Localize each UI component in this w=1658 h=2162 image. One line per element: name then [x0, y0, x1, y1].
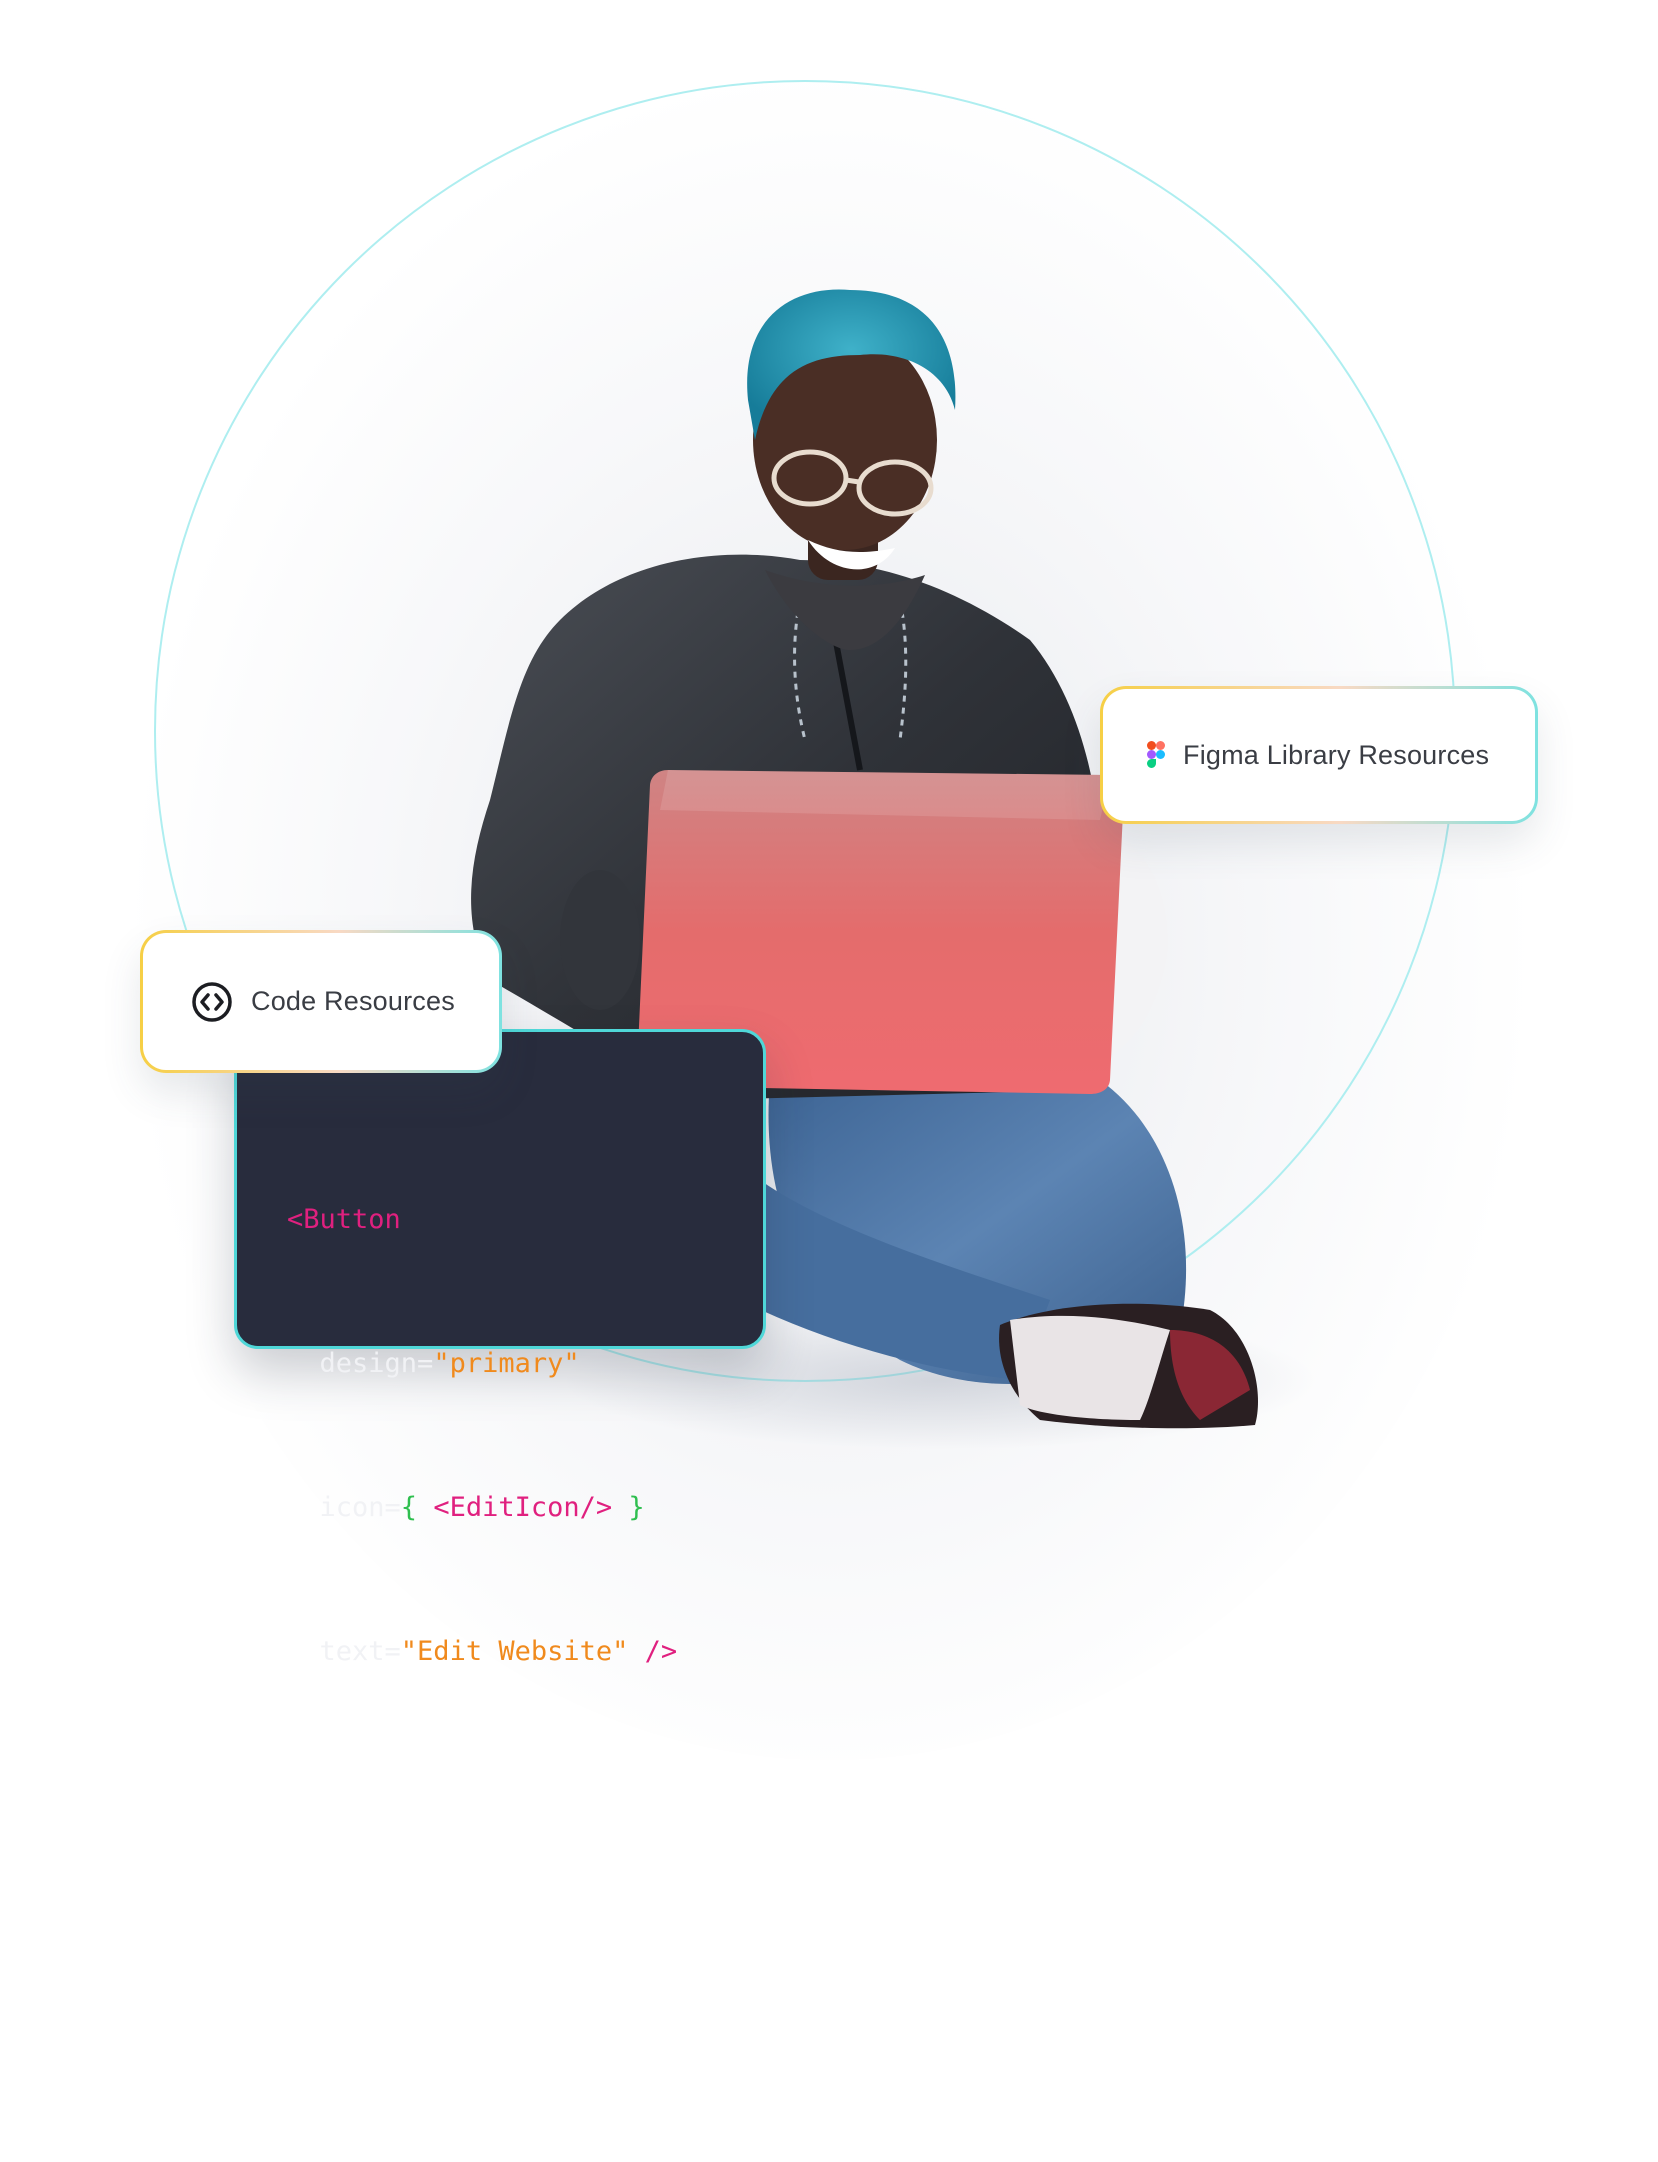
code-snippet-card: <Button design="primary" icon={ <EditIco… — [234, 1029, 766, 1667]
figma-library-badge[interactable]: Figma Library Resources — [1100, 686, 1538, 824]
figma-logo-icon — [1147, 741, 1165, 769]
code-badge-body[interactable]: Code Resources — [143, 933, 499, 1070]
code-token-brace-open: { — [400, 1492, 418, 1523]
code-line-4: text="Edit Website" /> — [287, 1628, 763, 1676]
code-token-string: "Edit Website" — [400, 1636, 629, 1667]
code-token-brace-close: } — [628, 1492, 645, 1523]
hero-illustration: Figma Library Resources <Button design="… — [0, 0, 1658, 2162]
figma-badge-label: Figma Library Resources — [1183, 739, 1490, 770]
code-line-2: design="primary" — [287, 1340, 763, 1388]
figma-badge-body[interactable]: Figma Library Resources — [1103, 689, 1535, 821]
code-token-tag: <Button — [287, 1204, 401, 1235]
code-token-attr: text= — [319, 1636, 401, 1667]
code-line-3: icon={ <EditIcon/> } — [287, 1484, 763, 1532]
code-brackets-icon — [191, 981, 233, 1023]
head — [747, 289, 956, 580]
code-line-1: <Button — [287, 1196, 763, 1244]
code-token-string: "primary" — [433, 1348, 580, 1379]
shoe — [999, 1303, 1258, 1429]
code-token-tag: /> — [644, 1636, 678, 1667]
code-token-attr: design= — [319, 1348, 434, 1379]
code-badge-label: Code Resources — [251, 986, 455, 1016]
hands — [560, 870, 640, 1010]
code-token-attr: icon= — [319, 1492, 401, 1523]
code-resources-badge[interactable]: Code Resources — [140, 930, 502, 1073]
code-token-tag: <EditIcon/> — [433, 1492, 613, 1523]
